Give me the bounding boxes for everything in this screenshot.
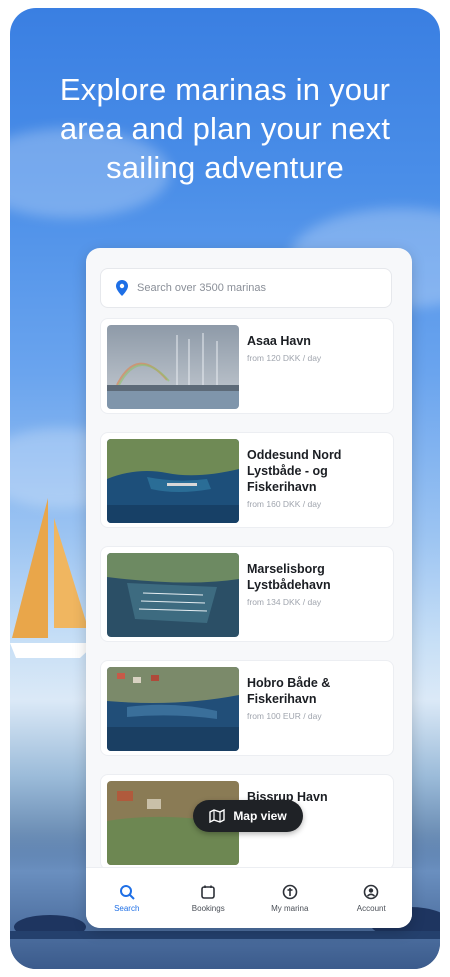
tab-bookings[interactable]: Bookings — [168, 868, 250, 928]
marina-card[interactable]: Marselisborg Lystbådehavn from 134 DKK /… — [100, 546, 394, 642]
account-icon — [363, 884, 379, 899]
bottom-tab-bar: Search Bookings My marina Account — [86, 867, 412, 928]
marina-price: from 100 EUR / day — [247, 711, 322, 721]
tab-account[interactable]: Account — [331, 868, 413, 928]
marina-photo — [107, 439, 239, 523]
marina-name: Asaa Havn — [247, 334, 311, 348]
marina-icon — [282, 884, 298, 899]
tab-label: My marina — [271, 903, 309, 913]
bookings-icon — [201, 885, 216, 899]
search-placeholder: Search over 3500 marinas — [137, 282, 267, 294]
marina-name: Marselisborg Lystbådehavn — [247, 562, 331, 592]
marina-name: Oddesund Nord Lystbåde - og Fiskerihavn — [247, 448, 342, 494]
marina-price: from 160 DKK / day — [247, 499, 322, 509]
tab-label: Bookings — [191, 903, 225, 913]
marina-photo — [107, 553, 239, 637]
marina-photo — [107, 325, 239, 409]
search-icon — [119, 884, 135, 900]
marina-name: Hobro Både & Fiskerihavn — [247, 676, 331, 706]
tab-label: Search — [114, 903, 140, 913]
headline: Explore marinas in your area and plan yo… — [59, 72, 391, 185]
marina-card[interactable]: Asaa Havn from 120 DKK / day — [100, 318, 394, 414]
marina-card[interactable]: Oddesund Nord Lystbåde - og Fiskerihavn … — [100, 432, 394, 528]
marina-photo — [107, 667, 239, 751]
search-bar[interactable]: Search over 3500 marinas — [100, 268, 392, 308]
tab-label: Account — [356, 903, 386, 913]
marina-price: from 120 DKK / day — [247, 353, 322, 363]
map-icon — [209, 809, 226, 823]
marina-card[interactable]: Hobro Både & Fiskerihavn from 100 EUR / … — [100, 660, 394, 756]
map-view-button[interactable]: Map view — [193, 800, 303, 832]
location-pin-icon — [116, 280, 128, 296]
marina-price: from 134 DKK / day — [247, 597, 322, 607]
tab-search[interactable]: Search — [86, 868, 168, 928]
tab-my-marina[interactable]: My marina — [249, 868, 331, 928]
map-view-label: Map view — [233, 809, 287, 823]
